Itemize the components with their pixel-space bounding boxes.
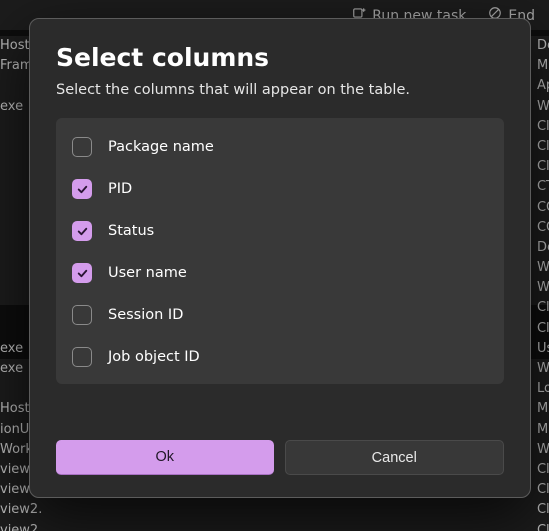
column-options-container: Package name PID Status User name Session ID…: [56, 118, 504, 384]
cell: [406, 501, 491, 519]
column-option[interactable]: Package name: [66, 126, 494, 168]
column-option[interactable]: Session ID: [66, 294, 494, 336]
cell: [79, 501, 144, 519]
checkbox-unchecked-icon[interactable]: [72, 347, 92, 367]
cell: [252, 522, 355, 531]
cell: Mic: [537, 57, 549, 75]
checkbox-unchecked-icon[interactable]: [72, 305, 92, 325]
table-row[interactable]: view2. Clie: [0, 521, 549, 531]
cell: Ap: [537, 77, 549, 95]
dialog-subtitle: Select the columns that will appear on t…: [56, 82, 504, 98]
cell: CO: [537, 199, 549, 217]
cell: [144, 501, 252, 519]
cell: view2.: [0, 522, 79, 531]
cell: Clie: [537, 501, 549, 519]
cell: Des: [537, 37, 549, 55]
cell: Clie: [537, 158, 549, 176]
cell: [490, 522, 537, 531]
cell: Clie: [537, 138, 549, 156]
option-label: User name: [108, 265, 187, 281]
option-label: Session ID: [108, 307, 183, 323]
cell: CO: [537, 219, 549, 237]
option-label: Status: [108, 223, 154, 239]
cell: Use: [537, 340, 549, 358]
cell: Min: [537, 400, 549, 418]
cell: [79, 522, 144, 531]
select-columns-dialog: Select columns Select the columns that w…: [29, 18, 531, 498]
column-option[interactable]: Job object ID: [66, 336, 494, 378]
cell: Win: [537, 98, 549, 116]
checkbox-checked-icon[interactable]: [72, 263, 92, 283]
column-option[interactable]: User name: [66, 252, 494, 294]
cell: [144, 522, 252, 531]
cell: view2.: [0, 501, 79, 519]
cell: Clie: [537, 118, 549, 136]
cell: Win: [537, 279, 549, 297]
cell: Mo: [537, 421, 549, 439]
cell: Win: [537, 360, 549, 378]
cell: [406, 522, 491, 531]
option-label: Package name: [108, 139, 214, 155]
checkbox-checked-icon[interactable]: [72, 221, 92, 241]
column-option[interactable]: PID: [66, 168, 494, 210]
cell: Clie: [537, 461, 549, 479]
cell: CTF: [537, 178, 549, 196]
cell: [355, 522, 405, 531]
checkbox-unchecked-icon[interactable]: [72, 137, 92, 157]
cell: Win: [537, 441, 549, 459]
cell: Clie: [537, 522, 549, 531]
checkbox-checked-icon[interactable]: [72, 179, 92, 199]
cell: Des: [537, 239, 549, 257]
cell: Clie: [537, 481, 549, 499]
cell: [355, 501, 405, 519]
cell: Loc: [537, 380, 549, 398]
cell: Clie: [537, 320, 549, 338]
cell: [490, 501, 537, 519]
cell: Win: [537, 259, 549, 277]
dialog-title: Select columns: [56, 43, 504, 72]
cell: Clie: [537, 299, 549, 317]
cell: [252, 501, 355, 519]
ok-button[interactable]: Ok: [56, 440, 274, 475]
cancel-button[interactable]: Cancel: [285, 440, 505, 475]
column-option[interactable]: Status: [66, 210, 494, 252]
table-row[interactable]: view2. Clie: [0, 500, 549, 520]
option-label: PID: [108, 181, 132, 197]
option-label: Job object ID: [108, 349, 200, 365]
